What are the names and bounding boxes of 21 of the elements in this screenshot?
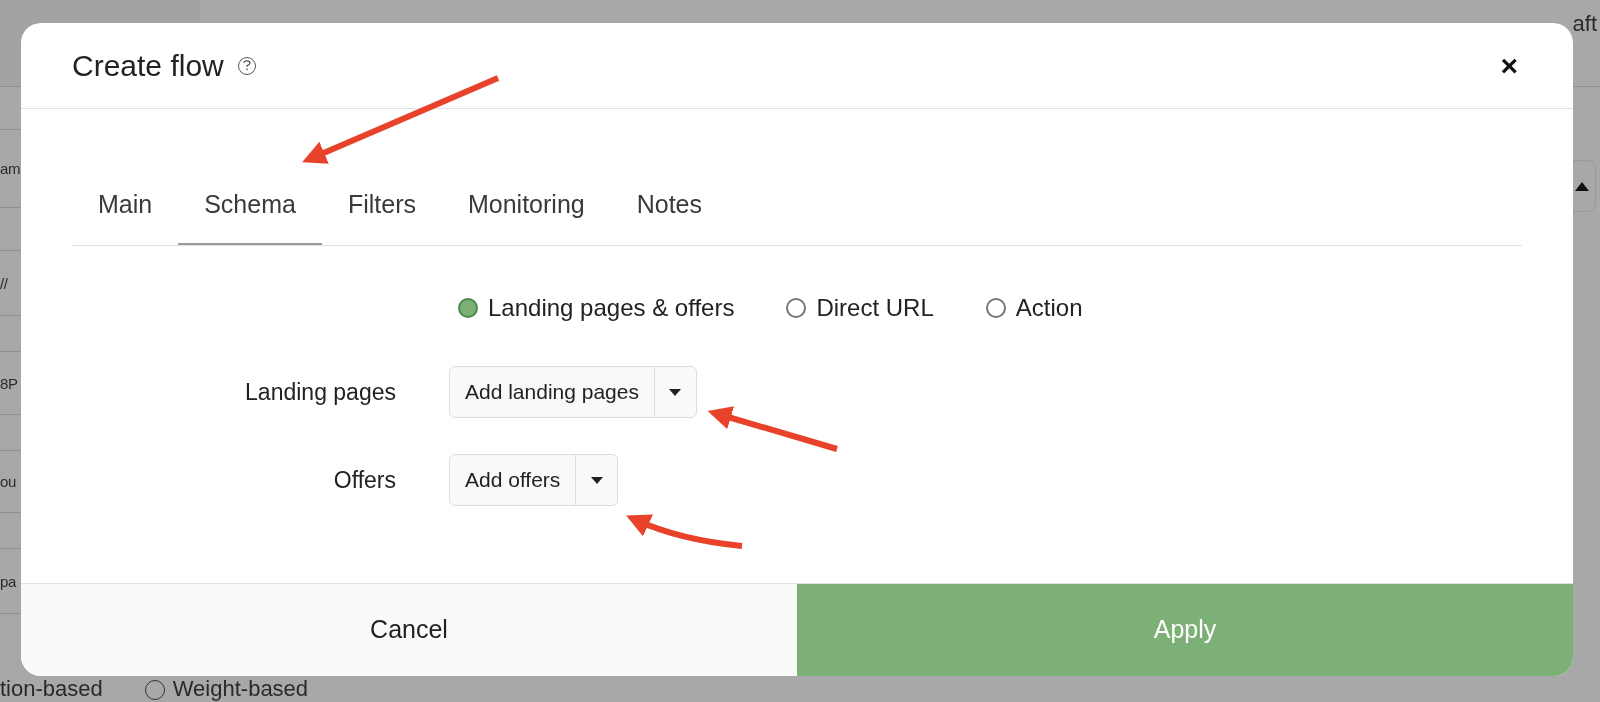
tab[interactable]: Filters — [321, 186, 442, 245]
background-text: Weight-based — [172, 678, 309, 700]
cancel-button[interactable]: Cancel — [21, 584, 797, 676]
tab[interactable]: Schema — [178, 186, 322, 245]
tab[interactable]: Main — [72, 186, 179, 245]
tab[interactable]: Monitoring — [441, 186, 611, 245]
background-text: 8P — [0, 375, 18, 391]
field-label: Landing pages — [245, 377, 396, 407]
radio-label: Landing pages & offers — [488, 293, 735, 323]
background-text: ou — [0, 474, 16, 489]
background-text: am — [0, 161, 21, 176]
radio-label: Action — [1015, 293, 1083, 323]
field-label: Offers — [333, 465, 396, 495]
dialog-title: Create flow — [72, 48, 224, 84]
background-text: tion-based — [0, 678, 103, 700]
close-button[interactable]: × — [1500, 50, 1518, 81]
tab[interactable]: Notes — [610, 186, 728, 245]
background-text: // — [0, 275, 8, 291]
background-text: aft — [1572, 9, 1597, 38]
background-text: pa — [0, 573, 16, 589]
radio-label: Direct URL — [816, 293, 934, 323]
